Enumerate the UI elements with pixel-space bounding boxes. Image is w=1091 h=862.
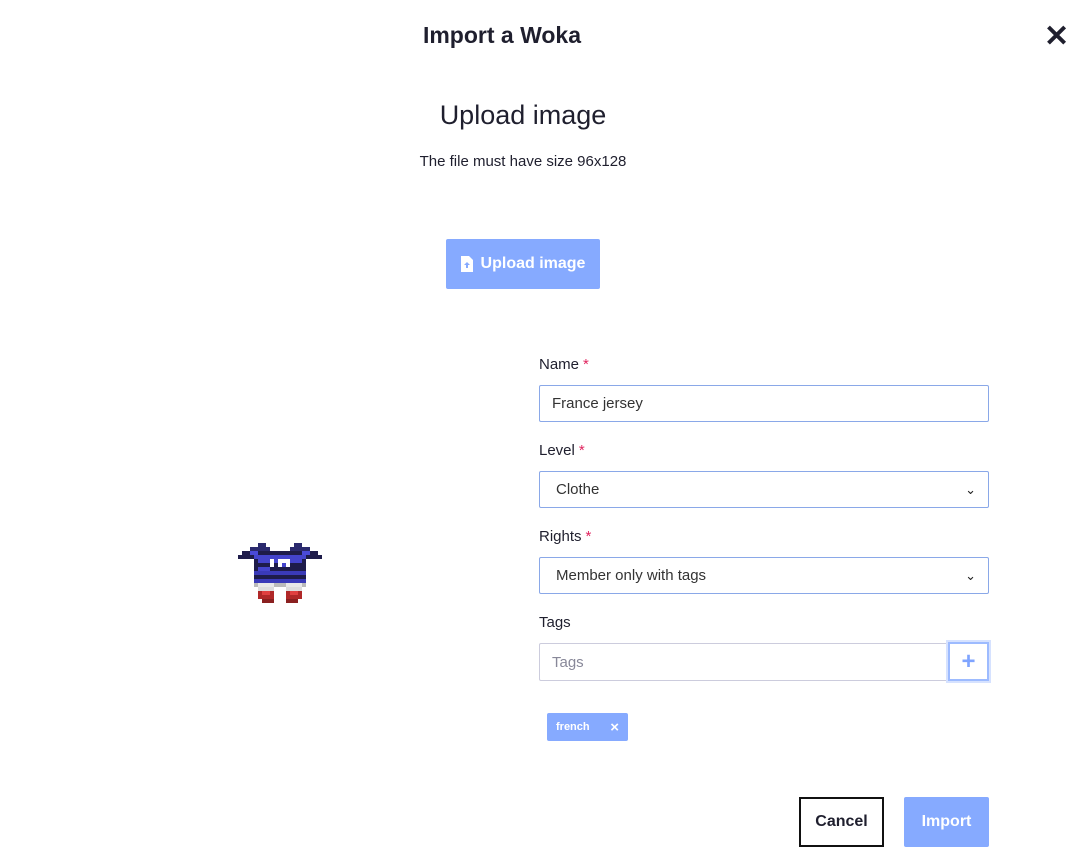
tags-label: Tags <box>539 614 571 631</box>
upload-button-label: Upload image <box>480 255 586 272</box>
add-tag-button[interactable]: + <box>948 642 989 681</box>
upload-hint: The file must have size 96x128 <box>419 153 627 170</box>
chevron-down-icon: ⌄ <box>965 481 976 497</box>
tags-placeholder: Tags <box>552 653 584 671</box>
level-label-text: Level <box>539 442 575 459</box>
level-select[interactable]: Clothe ⌄ <box>539 471 989 508</box>
file-upload-icon <box>460 256 473 272</box>
rights-select[interactable]: Member only with tags ⌄ <box>539 557 989 594</box>
name-label-text: Name <box>539 356 580 373</box>
rights-label: Rights * <box>539 528 591 545</box>
plus-icon: + <box>961 647 976 675</box>
tag-chip-label: french <box>556 721 590 733</box>
name-input[interactable]: France jersey <box>539 385 989 422</box>
tag-chip: french × <box>547 713 628 741</box>
name-input-value: France jersey <box>552 395 643 412</box>
remove-tag-icon[interactable]: × <box>610 719 619 736</box>
required-marker: * <box>583 356 589 373</box>
level-label: Level * <box>539 442 585 459</box>
rights-label-text: Rights <box>539 528 582 545</box>
upload-image-button[interactable]: Upload image <box>446 239 600 289</box>
import-button[interactable]: Import <box>904 797 989 847</box>
tags-input[interactable]: Tags <box>539 643 949 681</box>
required-marker: * <box>585 528 592 545</box>
name-label: Name * <box>539 356 589 373</box>
upload-heading: Upload image <box>439 100 607 130</box>
modal-title: Import a Woka <box>422 22 582 48</box>
chevron-down-icon: ⌄ <box>965 567 976 583</box>
woka-preview-image <box>238 543 322 603</box>
required-marker: * <box>578 442 585 459</box>
close-icon[interactable]: ✕ <box>1044 22 1069 52</box>
level-selected: Clothe <box>556 481 600 498</box>
rights-selected: Member only with tags <box>556 567 707 584</box>
cancel-button[interactable]: Cancel <box>799 797 884 847</box>
